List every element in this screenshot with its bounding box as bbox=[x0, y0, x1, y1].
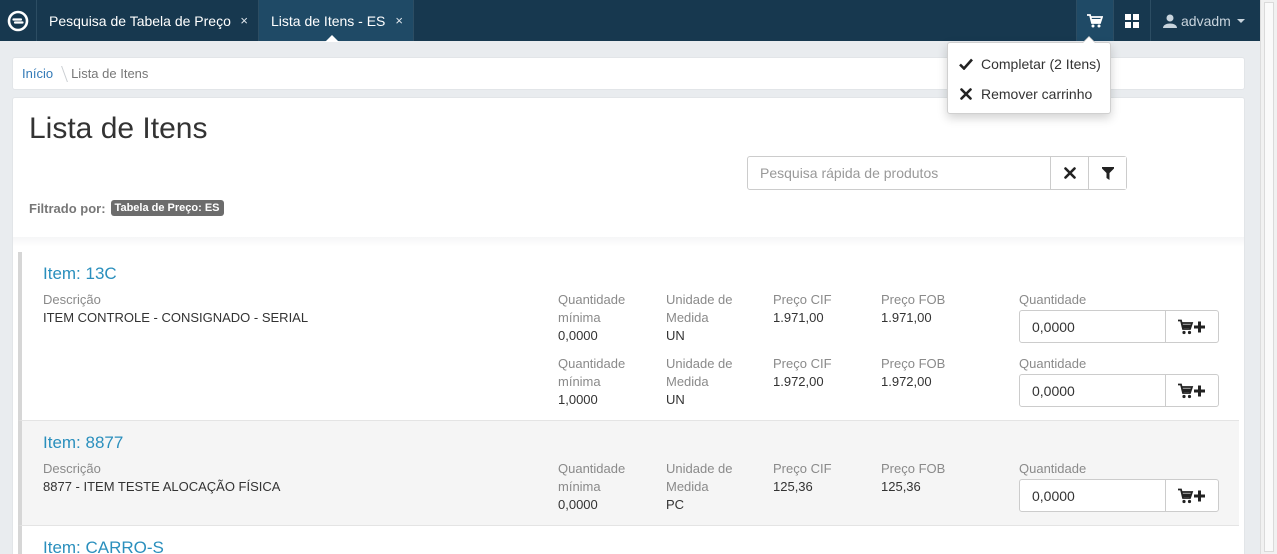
filter-badge: Tabela de Preço: ES bbox=[110, 200, 224, 216]
cart-plus-icon bbox=[1178, 488, 1205, 503]
price-fob-value: 125,36 bbox=[881, 479, 921, 494]
remove-cart-label: Remover carrinho bbox=[981, 86, 1093, 102]
filter-button[interactable] bbox=[1088, 157, 1126, 189]
list-item: Item: 8877 Descrição 8877 - ITEM TESTE A… bbox=[18, 421, 1239, 526]
item-title-link[interactable]: Item: 8877 bbox=[43, 433, 123, 453]
min-qty-label: Quantidade bbox=[558, 461, 626, 476]
add-to-cart-button[interactable] bbox=[1166, 311, 1218, 342]
user-menu[interactable]: advadm bbox=[1150, 0, 1260, 41]
min-qty-label: mínima bbox=[558, 374, 601, 389]
user-icon bbox=[1163, 14, 1177, 28]
price-fob-value: 1.971,00 bbox=[881, 310, 932, 325]
quantity-group bbox=[1019, 374, 1219, 407]
filter-summary: Filtrado por: Tabela de Preço: ES bbox=[29, 200, 224, 216]
scrollbar-thumb[interactable] bbox=[1264, 2, 1274, 552]
tab-label: Pesquisa de Tabela de Preço bbox=[49, 12, 231, 29]
quantity-label: Quantidade bbox=[1019, 461, 1087, 476]
unit-value: UN bbox=[666, 328, 685, 343]
min-qty-value: 1,0000 bbox=[558, 392, 598, 407]
description-value: 8877 - ITEM TESTE ALOCAÇÃO FÍSICA bbox=[43, 479, 281, 494]
breadcrumb-separator bbox=[54, 65, 68, 82]
cart-plus-icon bbox=[1178, 319, 1205, 334]
apps-grid-button[interactable] bbox=[1113, 0, 1150, 41]
cart-icon bbox=[1087, 13, 1103, 27]
price-cif-label: Preço CIF bbox=[773, 356, 832, 371]
grid-icon bbox=[1125, 13, 1139, 28]
quantity-input[interactable] bbox=[1020, 375, 1166, 406]
quantity-group bbox=[1019, 310, 1219, 343]
cart-plus-icon bbox=[1178, 383, 1205, 398]
list-item: Item: CARRO-S bbox=[18, 526, 1239, 554]
quantity-input[interactable] bbox=[1020, 480, 1166, 511]
unit-value: PC bbox=[666, 497, 685, 512]
search-input[interactable] bbox=[748, 157, 1050, 189]
price-cif-value: 1.971,00 bbox=[773, 310, 824, 325]
complete-cart-menu-item[interactable]: Completar (2 Itens) bbox=[959, 56, 1101, 72]
breadcrumb-current: Lista de Itens bbox=[71, 66, 149, 81]
min-qty-label: mínima bbox=[558, 479, 601, 494]
price-fob-label: Preço FOB bbox=[881, 356, 946, 371]
min-qty-value: 0,0000 bbox=[558, 497, 598, 512]
quick-search bbox=[747, 156, 1127, 190]
logo-icon bbox=[7, 10, 29, 31]
filter-label: Filtrado por: bbox=[29, 200, 106, 216]
unit-value: UN bbox=[666, 392, 685, 407]
clear-search-button[interactable] bbox=[1050, 157, 1088, 189]
complete-cart-label: Completar (2 Itens) bbox=[981, 56, 1101, 72]
tab-pesquisa-tabela-preco[interactable]: Pesquisa de Tabela de Preço × bbox=[37, 0, 259, 41]
check-icon bbox=[959, 58, 973, 70]
price-cif-label: Preço CIF bbox=[773, 461, 832, 476]
list-item: Item: 13C Descrição ITEM CONTROLE - CONS… bbox=[18, 252, 1239, 421]
divider bbox=[13, 237, 1244, 247]
description-label: Descrição bbox=[43, 461, 101, 476]
unit-label: Medida bbox=[666, 310, 709, 325]
quantity-group bbox=[1019, 479, 1219, 512]
unit-label: Medida bbox=[666, 374, 709, 389]
top-navbar: Pesquisa de Tabela de Preço × Lista de I… bbox=[0, 0, 1260, 42]
item-title-link[interactable]: Item: 13C bbox=[43, 264, 117, 284]
description-label: Descrição bbox=[43, 292, 101, 307]
price-fob-label: Preço FOB bbox=[881, 461, 946, 476]
quantity-label: Quantidade bbox=[1019, 292, 1087, 307]
price-cif-value: 125,36 bbox=[773, 479, 813, 494]
quantity-input[interactable] bbox=[1020, 311, 1166, 342]
filter-icon bbox=[1101, 166, 1114, 180]
unit-label: Unidade de bbox=[666, 461, 733, 476]
tab-lista-itens[interactable]: Lista de Itens - ES × bbox=[259, 0, 414, 42]
price-cif-value: 1.972,00 bbox=[773, 374, 824, 389]
description-value: ITEM CONTROLE - CONSIGNADO - SERIAL bbox=[43, 310, 309, 325]
quantity-label: Quantidade bbox=[1019, 356, 1087, 371]
unit-label: Medida bbox=[666, 479, 709, 494]
tab-label: Lista de Itens - ES bbox=[271, 12, 386, 29]
breadcrumb-home-link[interactable]: Início bbox=[22, 66, 53, 81]
page-title: Lista de Itens bbox=[29, 112, 208, 145]
min-qty-value: 0,0000 bbox=[558, 328, 598, 343]
item-title-link[interactable]: Item: CARRO-S bbox=[43, 538, 164, 554]
tab-close-icon[interactable]: × bbox=[395, 13, 403, 28]
cart-button[interactable] bbox=[1076, 0, 1113, 41]
min-qty-label: Quantidade bbox=[558, 292, 626, 307]
price-cif-label: Preço CIF bbox=[773, 292, 832, 307]
add-to-cart-button[interactable] bbox=[1166, 480, 1218, 511]
user-name: advadm bbox=[1181, 12, 1231, 29]
app-logo[interactable] bbox=[0, 0, 37, 41]
price-fob-label: Preço FOB bbox=[881, 292, 946, 307]
cart-dropdown-menu: Completar (2 Itens) Remover carrinho bbox=[947, 36, 1111, 114]
min-qty-label: mínima bbox=[558, 310, 601, 325]
unit-label: Unidade de bbox=[666, 356, 733, 371]
price-fob-value: 1.972,00 bbox=[881, 374, 932, 389]
close-icon bbox=[1063, 167, 1076, 179]
unit-label: Unidade de bbox=[666, 292, 733, 307]
close-icon bbox=[959, 88, 973, 100]
page-scrollbar[interactable] bbox=[1260, 0, 1277, 554]
tab-close-icon[interactable]: × bbox=[240, 13, 248, 28]
min-qty-label: Quantidade bbox=[558, 356, 626, 371]
add-to-cart-button[interactable] bbox=[1166, 375, 1218, 406]
chevron-down-icon bbox=[1236, 18, 1245, 23]
remove-cart-menu-item[interactable]: Remover carrinho bbox=[959, 86, 1092, 102]
